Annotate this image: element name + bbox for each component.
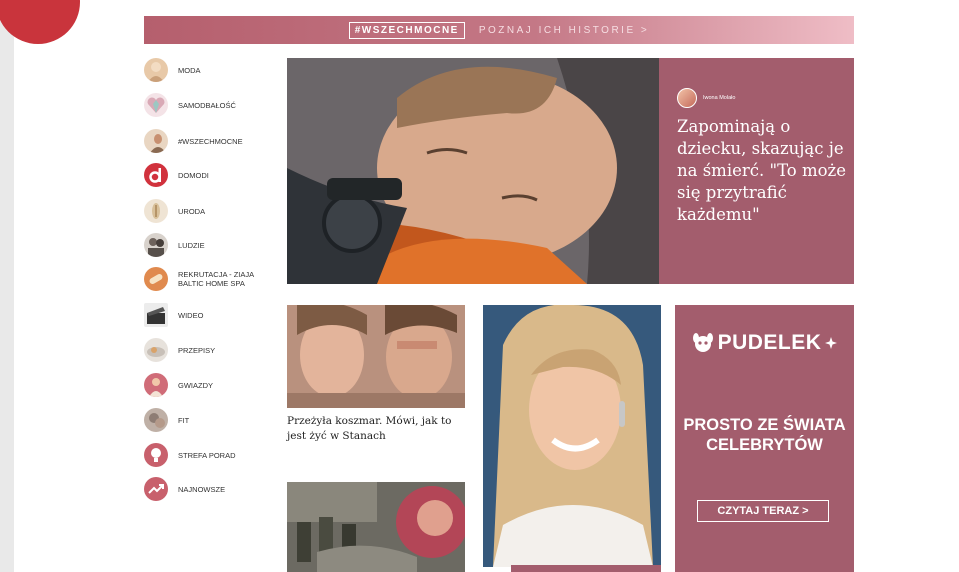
sidebar-item-fit[interactable]: FIT bbox=[144, 408, 274, 432]
sidebar-item-samodbalosc[interactable]: SAMODBAŁOŚĆ bbox=[144, 93, 274, 117]
heart-icon bbox=[144, 93, 168, 117]
article-card-title[interactable]: Przeżyła koszmar. Mówi, jak to jest żyć … bbox=[287, 414, 465, 444]
beauty-icon bbox=[144, 199, 168, 223]
author-row[interactable]: Iwona Molało bbox=[677, 88, 735, 108]
woman-photo-icon bbox=[144, 129, 168, 153]
food-icon bbox=[144, 338, 168, 362]
clapperboard-icon bbox=[144, 303, 168, 327]
article-card[interactable]: Przeżyła koszmar. Mówi, jak to jest żyć … bbox=[287, 305, 465, 444]
sidebar-item-strefa-porad[interactable]: STREFA PORAD bbox=[144, 443, 274, 467]
sidebar-item-wideo[interactable]: WIDEO bbox=[144, 303, 274, 327]
sidebar-item-przepisy[interactable]: PRZEPISY bbox=[144, 338, 274, 362]
sidebar-item-label: #WSZECHMOCNE bbox=[178, 136, 243, 146]
article-card-photo[interactable] bbox=[287, 482, 465, 572]
pudelek-promo[interactable]: PUDELEK PROSTO ZE ŚWIATA CELEBRYTÓW CZYT… bbox=[675, 305, 854, 572]
sparkle-icon bbox=[825, 337, 838, 349]
sidebar-item-label: MODA bbox=[178, 65, 201, 75]
main-article[interactable]: Iwona Molało Zapominają o dziecku, skazu… bbox=[287, 58, 854, 284]
fitness-icon bbox=[144, 408, 168, 432]
sidebar-item-label: GWIAZDY bbox=[178, 380, 213, 390]
smiling-woman-illustration bbox=[483, 305, 661, 567]
sidebar-item-uroda[interactable]: URODA bbox=[144, 199, 274, 223]
sidebar-item-label: NAJNOWSZE bbox=[178, 484, 226, 494]
article-card-photo[interactable] bbox=[287, 305, 465, 408]
dog-icon bbox=[692, 333, 713, 352]
sidebar-item-wszechmocne[interactable]: #WSZECHMOCNE bbox=[144, 129, 274, 153]
lightbulb-icon bbox=[144, 443, 168, 467]
people-icon bbox=[144, 233, 168, 257]
sidebar-item-label: URODA bbox=[178, 206, 206, 216]
trending-icon bbox=[144, 477, 168, 501]
sidebar-item-label: SAMODBAŁOŚĆ bbox=[178, 100, 236, 110]
sidebar-item-label: STREFA PORAD bbox=[178, 450, 236, 460]
sidebar-item-gwiazdy[interactable]: GWIAZDY bbox=[144, 373, 274, 397]
read-now-button[interactable]: CZYTAJ TERAZ > bbox=[697, 500, 829, 522]
sidebar-item-moda[interactable]: MODA bbox=[144, 58, 274, 82]
star-photo-icon bbox=[144, 373, 168, 397]
sleeping-child-illustration bbox=[287, 58, 659, 284]
sidebar-item-label: WIDEO bbox=[178, 310, 204, 320]
main-article-text[interactable]: Iwona Molało Zapominają o dziecku, skazu… bbox=[659, 58, 854, 284]
sidebar-item-najnowsze[interactable]: NAJNOWSZE bbox=[144, 477, 274, 501]
domodi-logo-icon bbox=[144, 163, 168, 187]
article-card-label-strip bbox=[511, 565, 661, 572]
main-article-headline[interactable]: Zapominają o dziecku, skazując je na śmi… bbox=[677, 116, 849, 226]
spa-icon bbox=[144, 267, 168, 291]
sidebar-item-domodi[interactable]: DOMODI bbox=[144, 163, 274, 187]
sidebar-item-ludzie[interactable]: LUDZIE bbox=[144, 233, 274, 257]
sidebar-item-label: FIT bbox=[178, 415, 190, 425]
top-banner[interactable]: #WSZECHMOCNE POZNAJ ICH HISTORIE > bbox=[144, 16, 854, 44]
pudelek-logo-text: PUDELEK bbox=[717, 331, 822, 354]
sidebar-item-label: LUDZIE bbox=[178, 240, 205, 250]
sidebar-item-label: REKRUTACJA - ZIAJA BALTIC HOME SPA bbox=[178, 270, 254, 288]
main-article-photo[interactable] bbox=[287, 58, 659, 284]
pudelek-logo[interactable]: PUDELEK bbox=[675, 331, 854, 355]
street-scene-illustration bbox=[287, 482, 465, 572]
promo-headline: PROSTO ZE ŚWIATA CELEBRYTÓW bbox=[683, 416, 846, 454]
banner-link[interactable]: POZNAJ ICH HISTORIE > bbox=[479, 25, 649, 36]
sidebar-item-label: DOMODI bbox=[178, 170, 209, 180]
sidebar-item-rekrutacja[interactable]: REKRUTACJA - ZIAJA BALTIC HOME SPA bbox=[144, 267, 274, 291]
article-card-photo[interactable] bbox=[483, 305, 661, 567]
crying-women-illustration bbox=[287, 305, 465, 408]
fashion-icon bbox=[144, 58, 168, 82]
author-name[interactable]: Iwona Molało bbox=[703, 95, 735, 101]
sidebar-item-label: PRZEPISY bbox=[178, 345, 216, 355]
banner-hashtag[interactable]: #WSZECHMOCNE bbox=[348, 21, 465, 39]
author-avatar[interactable] bbox=[677, 88, 697, 108]
